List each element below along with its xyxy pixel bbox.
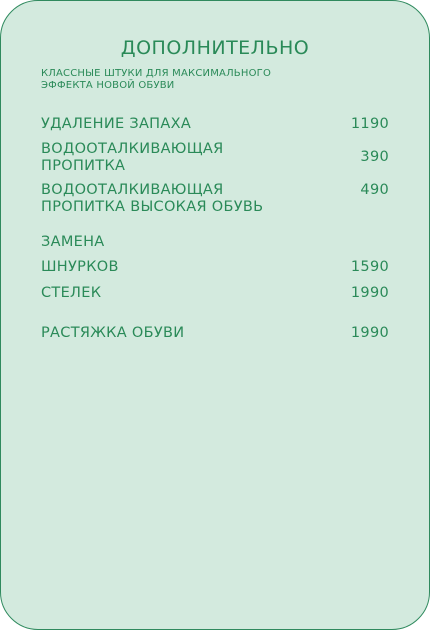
subtitle: КЛАССНЫЕ ШТУКИ ДЛЯ МАКСИМАЛЬНОГО ЭФФЕКТА… bbox=[41, 68, 341, 92]
item-price-water-repellent-high: 490 bbox=[360, 182, 389, 198]
item-label-line-2: ПРОПИТКА ВЫСОКАЯ ОБУВЬ bbox=[41, 199, 264, 215]
item-price-laces: 1590 bbox=[350, 259, 389, 275]
item-label-shoe-stretch: РАСТЯЖКА ОБУВИ bbox=[41, 325, 185, 341]
item-label-water-repellent: ВОДООТАЛКИВАЮЩАЯ ПРОПИТКА bbox=[41, 141, 224, 175]
subtitle-line-1: КЛАССНЫЕ ШТУКИ ДЛЯ МАКСИМАЛЬНОГО bbox=[41, 68, 272, 79]
subtitle-line-2: ЭФФЕКТА НОВОЙ ОБУВИ bbox=[41, 80, 175, 91]
section-heading-replacement: ЗАМЕНА bbox=[41, 234, 105, 250]
item-label-line-1: ВОДООТАЛКИВАЮЩАЯ bbox=[41, 182, 224, 198]
item-label-water-repellent-high: ВОДООТАЛКИВАЮЩАЯ ПРОПИТКА ВЫСОКАЯ ОБУВЬ bbox=[41, 182, 263, 216]
price-card: ДОПОЛНИТЕЛЬНО КЛАССНЫЕ ШТУКИ ДЛЯ МАКСИМА… bbox=[0, 0, 430, 630]
item-label-laces: ШНУРКОВ bbox=[41, 259, 119, 275]
item-label-line-1: ВОДООТАЛКИВАЮЩАЯ bbox=[41, 141, 224, 157]
item-price-water-repellent: 390 bbox=[360, 149, 389, 165]
item-price-insoles: 1990 bbox=[350, 285, 389, 301]
page-title: ДОПОЛНИТЕЛЬНО bbox=[120, 37, 310, 59]
item-label-line-2: ПРОПИТКА bbox=[41, 158, 126, 174]
item-price-odor-removal: 1190 bbox=[350, 116, 389, 132]
item-price-shoe-stretch: 1990 bbox=[350, 325, 389, 341]
item-label-odor-removal: УДАЛЕНИЕ ЗАПАХА bbox=[41, 116, 192, 132]
item-label-insoles: СТЕЛЕК bbox=[41, 285, 102, 301]
